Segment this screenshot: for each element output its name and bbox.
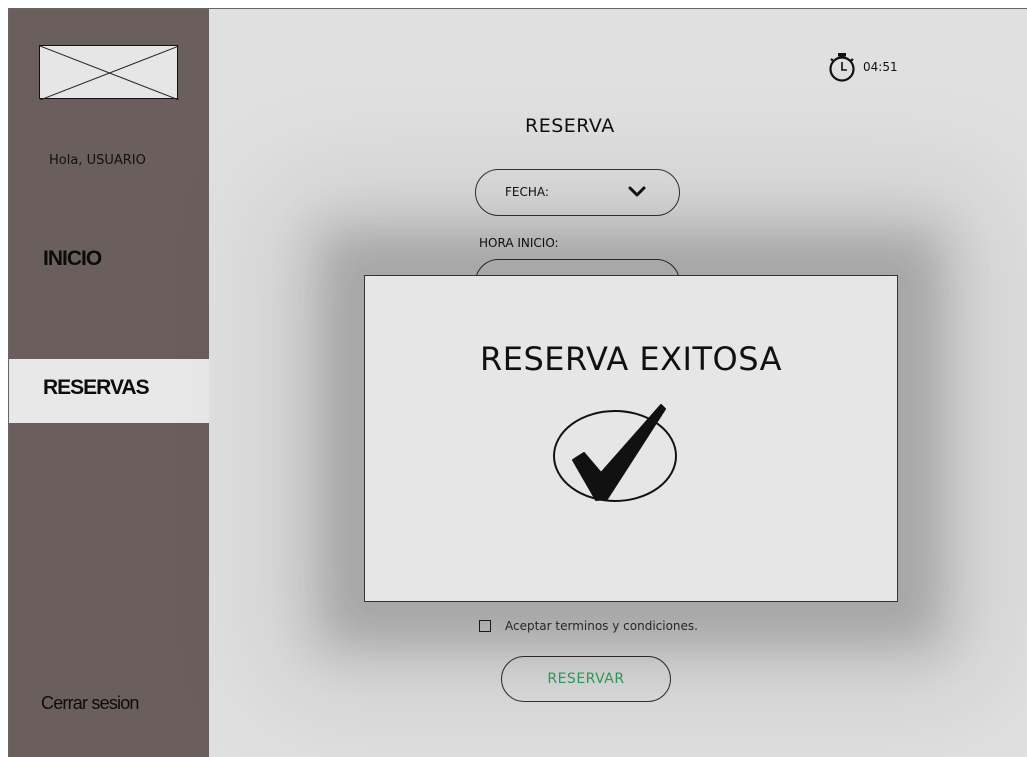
terms-row: Aceptar terminos y condiciones.	[479, 619, 698, 633]
sidebar-item-reservas[interactable]: RESERVAS	[9, 359, 209, 423]
chevron-down-icon	[628, 186, 646, 197]
sidebar-item-inicio[interactable]: INICIO	[9, 247, 209, 271]
sidebar: Hola, USUARIO INICIO RESERVAS Cerrar ses…	[9, 9, 209, 757]
logo-placeholder	[39, 45, 179, 100]
checkmark-icon	[553, 404, 677, 502]
stopwatch-icon	[829, 53, 855, 82]
hora-inicio-label: HORA INICIO:	[479, 236, 559, 250]
success-check-icon-wrap	[551, 403, 683, 507]
user-greeting: Hola, USUARIO	[49, 153, 146, 168]
page-title: RESERVA	[525, 115, 615, 137]
terms-label: Aceptar terminos y condiciones.	[505, 619, 698, 633]
session-timer: 04:51	[827, 51, 898, 83]
timer-text: 04:51	[863, 60, 898, 74]
image-placeholder-icon	[40, 46, 179, 100]
terms-checkbox[interactable]	[479, 620, 491, 632]
modal-title: RESERVA EXITOSA	[480, 340, 782, 378]
fecha-dropdown[interactable]: FECHA:	[475, 169, 680, 216]
app-frame: Hola, USUARIO INICIO RESERVAS Cerrar ses…	[8, 8, 1027, 757]
logout-link[interactable]: Cerrar sesion	[41, 693, 139, 714]
fecha-label: FECHA:	[505, 185, 549, 199]
success-modal: RESERVA EXITOSA	[364, 275, 898, 602]
reservar-button[interactable]: RESERVAR	[501, 656, 671, 702]
